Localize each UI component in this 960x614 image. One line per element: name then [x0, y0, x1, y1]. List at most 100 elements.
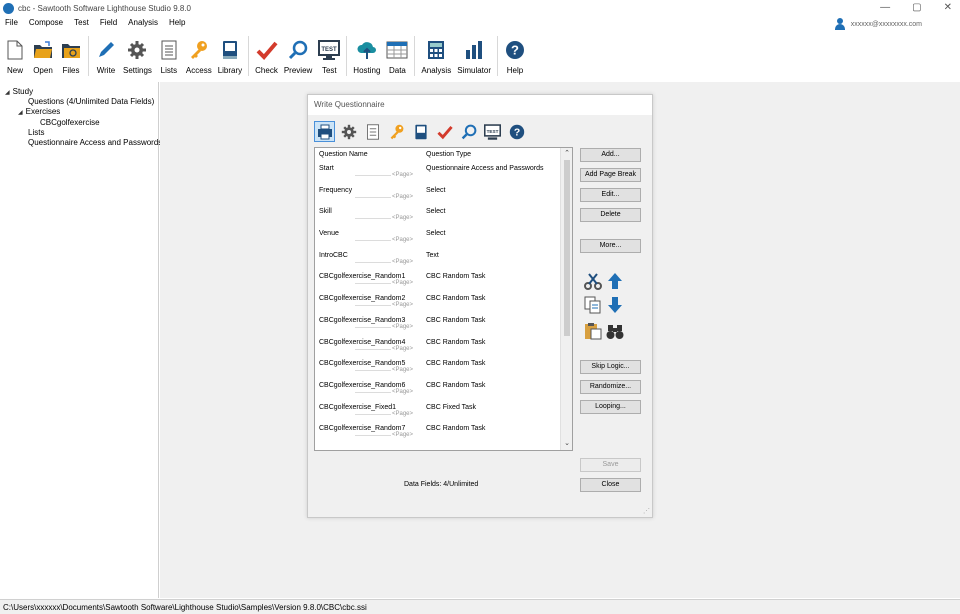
cut-button[interactable] [583, 271, 603, 291]
expand-triangle-icon[interactable]: ◢ [18, 110, 23, 116]
question-row[interactable]: CBCgolfexercise_Random4 CBC Random Task <P… [315, 339, 561, 361]
close-window-button[interactable]: ✕ [944, 2, 952, 13]
question-type: Select [426, 208, 446, 216]
question-name: CBCgolfexercise_Fixed1 [319, 403, 397, 411]
menu-field[interactable]: Field [100, 18, 117, 32]
help-button[interactable]: ? [506, 121, 527, 142]
test-monitor-icon: TEST [318, 39, 341, 61]
skip-logic-button[interactable]: Skip Logic... [580, 360, 641, 374]
preview-button[interactable] [458, 121, 479, 142]
print-button[interactable] [314, 121, 335, 142]
title-bar: cbc - Sawtooth Software Lighthouse Studi… [0, 0, 960, 16]
question-row[interactable]: CBCgolfexercise_Random6 CBC Random Task <P… [315, 382, 561, 404]
hosting-button[interactable]: Hosting [353, 36, 380, 75]
question-row[interactable]: CBCgolfexercise_Random2 CBC Random Task <P… [315, 295, 561, 317]
page-break-label: <Page> [391, 237, 415, 244]
copy-button[interactable] [583, 295, 603, 315]
looping-button[interactable]: Looping... [580, 400, 641, 414]
menu-test[interactable]: Test [74, 18, 89, 32]
scroll-down-arrow-icon[interactable]: ⌄ [561, 438, 572, 450]
question-row[interactable]: Skill Select <Page> [315, 208, 561, 230]
scroll-up-arrow-icon[interactable]: ⌃ [561, 148, 572, 160]
open-button[interactable]: Open [32, 36, 54, 75]
menu-bar: File Compose Test Field Analysis Help [0, 18, 185, 32]
test-button[interactable]: TEST [482, 121, 503, 142]
edit-button[interactable]: Edit... [580, 188, 641, 202]
more-button[interactable]: More... [580, 239, 641, 253]
lists-button[interactable]: Lists [158, 36, 180, 75]
check-button[interactable] [434, 121, 455, 142]
question-row[interactable]: Frequency Select <Page> [315, 187, 561, 209]
expand-triangle-icon[interactable]: ◢ [5, 90, 10, 96]
list-icon [158, 39, 180, 61]
scroll-thumb[interactable] [564, 160, 570, 336]
page-break-label: <Page> [391, 193, 415, 200]
tree-item-study[interactable]: ◢ Study [5, 87, 33, 96]
help-button[interactable]: ? Help [504, 36, 526, 75]
printer-icon [317, 124, 332, 139]
column-question-type[interactable]: Question Type [426, 151, 471, 158]
paste-button[interactable] [583, 321, 603, 341]
move-down-button[interactable] [605, 295, 625, 315]
tree-item-lists[interactable]: Lists [28, 128, 44, 137]
files-button[interactable]: Files [60, 36, 82, 75]
svg-text:?: ? [513, 127, 519, 138]
settings-button[interactable] [338, 121, 359, 142]
check-button[interactable]: Check [255, 36, 278, 75]
page-break-label: <Page> [391, 388, 415, 395]
access-button[interactable] [386, 121, 407, 142]
question-row[interactable]: CBCgolfexercise_Random5 CBC Random Task <P… [315, 360, 561, 382]
question-type: Text [426, 251, 439, 259]
question-name: CBCgolfexercise_Random2 [319, 295, 406, 303]
question-row[interactable]: CBCgolfexercise_Fixed1 CBC Fixed Task <Pag… [315, 404, 561, 426]
add-page-break-button[interactable]: Add Page Break [580, 168, 641, 182]
question-row[interactable]: CBCgolfexercise_Random7 CBC Random Task <P… [315, 425, 561, 447]
dialog-title: Write Questionnaire [308, 95, 652, 115]
add-button[interactable]: Add... [580, 148, 641, 162]
close-button[interactable]: Close [580, 478, 641, 492]
column-question-name[interactable]: Question Name [319, 151, 368, 158]
library-button[interactable]: Library [218, 36, 242, 75]
find-button[interactable] [605, 321, 625, 341]
tree-item-access[interactable]: Questionnaire Access and Passwords [28, 138, 162, 147]
tree-item-questions[interactable]: Questions (4/Unlimited Data Fields) [28, 97, 154, 106]
question-row[interactable]: CBCgolfexercise_Random1 CBC Random Task <P… [315, 273, 561, 295]
question-row[interactable]: CBCgolfexercise_Random3 CBC Random Task <P… [315, 317, 561, 339]
resize-grip-icon[interactable]: ⋰ [643, 507, 650, 515]
menu-file[interactable]: File [5, 18, 18, 32]
menu-compose[interactable]: Compose [29, 18, 63, 32]
library-button[interactable] [410, 121, 431, 142]
test-button[interactable]: TEST Test [318, 36, 341, 75]
write-button[interactable]: Write [95, 36, 117, 75]
analysis-button[interactable]: Analysis [421, 36, 451, 75]
menu-analysis[interactable]: Analysis [128, 18, 158, 32]
delete-button[interactable]: Delete [580, 208, 641, 222]
move-up-button[interactable] [605, 271, 625, 291]
data-button[interactable]: Data [386, 36, 408, 75]
randomize-button[interactable]: Randomize... [580, 380, 641, 394]
question-list[interactable]: Question Name Question Type Start Questio… [314, 147, 573, 451]
question-row[interactable]: IntroCBC Text <Page> [315, 252, 561, 274]
simulator-button[interactable]: Simulator [457, 36, 491, 75]
tree-item-exercise[interactable]: CBCgolfexercise [40, 118, 100, 127]
user-account[interactable]: xxxxxx@xxxxxxxx.com [834, 18, 922, 30]
preview-button[interactable]: Preview [284, 36, 312, 75]
status-bar: C:\Users\xxxxxx\Documents\Sawtooth Softw… [0, 599, 960, 614]
toolbar-separator [248, 36, 250, 76]
save-button[interactable]: Save [580, 458, 641, 472]
settings-button[interactable]: Settings [123, 36, 152, 75]
question-list-scrollbar[interactable]: ⌃ ⌄ [560, 148, 572, 450]
tree-item-exercises[interactable]: ◢ Exercises [18, 107, 60, 116]
list-icon [366, 123, 379, 140]
new-button[interactable]: New [4, 36, 26, 75]
dialog-toolbar: TEST ? [314, 121, 527, 142]
question-row[interactable]: Venue Select <Page> [315, 230, 561, 252]
pencil-icon [95, 39, 117, 61]
menu-help[interactable]: Help [169, 18, 185, 32]
page-break-label: <Page> [391, 258, 415, 265]
maximize-button[interactable]: ▢ [912, 2, 921, 13]
access-button[interactable]: Access [186, 36, 212, 75]
minimize-button[interactable]: — [880, 2, 890, 13]
question-row[interactable]: Start Questionnaire Access and Passwords <… [315, 165, 561, 187]
lists-button[interactable] [362, 121, 383, 142]
